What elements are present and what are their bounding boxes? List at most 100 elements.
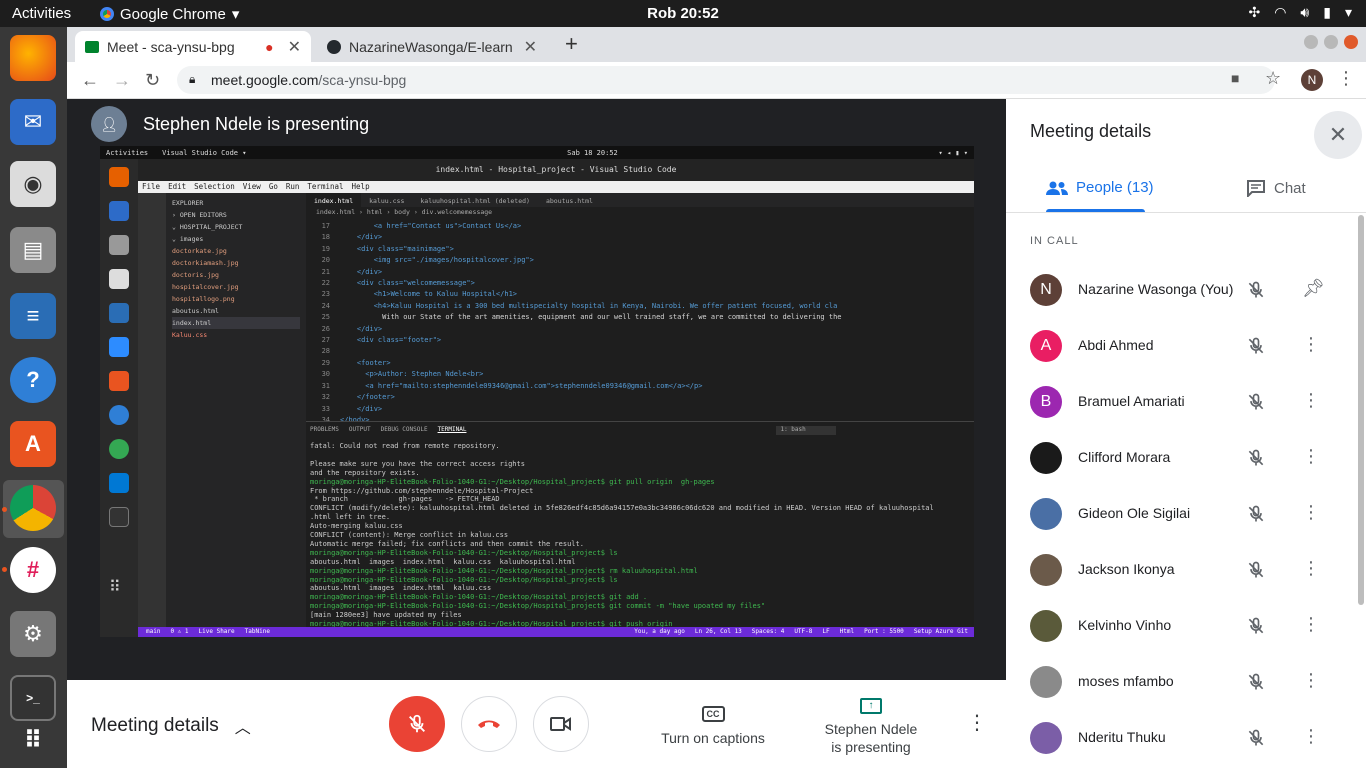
close-tab-icon[interactable]: ✕ [288,37,301,57]
mic-off-icon[interactable] [1246,503,1266,525]
minimize-button[interactable] [1304,35,1318,49]
rhythmbox-icon[interactable]: ◉ [10,161,56,207]
more-options-icon[interactable]: ⋮ [1302,390,1320,411]
system-tray[interactable]: ✣ ◠ 🔊︎ ▮ ▾ [1248,4,1352,21]
mic-off-icon[interactable] [1246,559,1266,581]
dock: ✉ ◉ ▤ ≡ ? A # ⚙ >_ ⠿ [0,27,67,768]
participant-row[interactable]: moses mfambo ⋮ [1030,654,1350,710]
mic-off-icon[interactable] [1246,615,1266,637]
shared-clock: Sab 18 20:52 [567,148,618,157]
vscode-explorer: EXPLORER › OPEN EDITORS ⌄ HOSPITAL_PROJE… [166,193,306,627]
app-menu[interactable]: Google Chrome ▾ [100,5,239,23]
close-window-button[interactable] [1344,35,1358,49]
code-line: 23 <h1>Welcome to Kaluu Hospital</h1> [321,290,518,299]
more-options-icon[interactable]: ⋮ [1302,446,1320,467]
slack-icon[interactable]: # [10,547,56,593]
mic-off-icon[interactable] [1246,727,1266,749]
tab-github[interactable]: NazarineWasonga/E-learn ✕ [317,31,547,62]
files-icon[interactable]: ▤ [10,227,56,273]
terminal-line: aboutus.html images index.html kaluu.css… [310,557,576,566]
reload-icon[interactable]: ↻ [145,70,160,91]
running-indicator [2,507,7,512]
participant-avatar [1030,666,1062,698]
camera-toggle-button[interactable] [533,696,589,752]
mic-off-icon[interactable] [1246,335,1266,357]
more-options-icon[interactable]: ⋮ [967,710,987,735]
presenting-button[interactable]: ↑ Stephen Ndele is presenting [815,694,927,756]
more-options-icon[interactable]: ⋮ [1302,614,1320,635]
tab-title: Meet - sca-ynsu-bpg [107,38,235,55]
code-line: 21 </div> [321,267,383,276]
meeting-details-panel: Meeting details ✕ People (13) Chat IN CA… [1006,99,1366,768]
terminal-line: .html left in tree. [310,513,391,522]
url-path: /sca-ynsu-bpg [318,72,407,88]
chrome-dock-icon[interactable] [10,485,56,531]
more-options-icon[interactable]: ⋮ [1302,502,1320,523]
browser-menu-icon[interactable]: ⋮ [1337,68,1355,89]
code-line: 32 </footer> [321,393,395,402]
participant-avatar [1030,498,1062,530]
maximize-button[interactable] [1324,35,1338,49]
tab-meet[interactable]: Meet - sca-ynsu-bpg ● ✕ [75,31,311,62]
thunderbird-icon[interactable]: ✉ [10,99,56,145]
participant-row[interactable]: Jackson Ikonya ⋮ [1030,542,1350,598]
forward-icon[interactable]: → [113,70,131,91]
terminal-line: moringa@moringa-HP-EliteBook-Folio-1040-… [310,620,677,627]
more-options-icon[interactable]: ⋮ [1302,558,1320,579]
mic-toggle-button[interactable] [389,696,445,752]
new-tab-button[interactable]: + [565,31,578,57]
terminal-line: aboutus.html images index.html kaluu.css [310,584,492,593]
participant-row[interactable]: Nderitu Thuku ⋮ [1030,710,1350,766]
more-options-icon[interactable]: ⋮ [1302,334,1320,355]
participant-row[interactable]: N Nazarine Wasonga (You) 📌︎ [1030,262,1350,318]
software-icon[interactable]: A [10,421,56,467]
settings-icon[interactable]: ⚙ [10,611,56,657]
panel-scrollbar[interactable] [1358,215,1364,605]
terminal-line: Auto-merging kaluu.css [310,522,403,531]
participant-row[interactable]: Kelvinho Vinho ⋮ [1030,598,1350,654]
tab-chat[interactable]: Chat [1246,179,1306,197]
participant-name: Jackson Ikonya [1078,561,1175,577]
close-panel-button[interactable]: ✕ [1314,111,1362,159]
vscode-menu: File Edit Selection View Go Run Terminal Help [138,181,974,193]
bookmark-star-icon[interactable]: ☆ [1265,68,1281,89]
mic-off-icon[interactable] [1246,391,1266,413]
more-options-icon[interactable]: ⋮ [1302,726,1320,747]
chevron-down-icon: ▾ [1344,4,1352,20]
code-line: 20 <img src="./images/hospitalcover.jpg"… [321,256,534,265]
code-line: 18 </div> [321,233,383,242]
terminal-icon[interactable]: >_ [10,675,56,721]
participant-row[interactable]: Gideon Ole Sigilai ⋮ [1030,486,1350,542]
help-icon[interactable]: ? [10,357,56,403]
code-line: 30 <p>Author: Stephen Ndele<br> [321,370,484,379]
mic-off-icon[interactable] [1246,447,1266,469]
chat-icon [1247,180,1265,197]
chevron-down-icon: ▾ [231,6,240,23]
close-tab-icon[interactable]: ✕ [524,37,537,57]
profile-avatar[interactable]: N [1301,69,1323,91]
back-icon[interactable]: ← [81,70,99,91]
terminal-line: moringa@moringa-HP-EliteBook-Folio-1040-… [310,566,698,575]
show-apps-icon[interactable]: ⠿ [10,717,56,763]
meeting-details-toggle[interactable]: Meeting details ︿ [91,714,251,738]
firefox-icon[interactable] [10,35,56,81]
activities-button[interactable]: Activities [12,5,71,22]
presenting-line2: is presenting [831,739,911,755]
terminal-line: [main 1280ee3] have updated my files [310,611,462,620]
camera-indicator-icon[interactable]: ■ [1231,70,1239,86]
participant-row[interactable]: A Abdi Ahmed ⋮ [1030,318,1350,374]
more-options-icon[interactable]: ⋮ [1302,670,1320,691]
presenter-header: 👤︎ Stephen Ndele is presenting [91,106,369,142]
mic-off-icon[interactable] [1246,279,1266,301]
participant-avatar [1030,442,1062,474]
tab-people[interactable]: People (13) [1046,179,1154,196]
omnibox[interactable]: 🔒︎ meet.google.com/sca-ynsu-bpg [177,66,1275,94]
terminal-line: Automatic merge failed; fix conflicts an… [310,539,584,548]
leave-call-button[interactable] [461,696,517,752]
mic-off-icon[interactable] [1246,671,1266,693]
participant-row[interactable]: Clifford Morara ⋮ [1030,430,1350,486]
pin-icon[interactable]: 📌︎ [1302,278,1325,299]
writer-icon[interactable]: ≡ [10,293,56,339]
captions-button[interactable]: CC Turn on captions [657,704,769,746]
participant-row[interactable]: B Bramuel Amariati ⋮ [1030,374,1350,430]
